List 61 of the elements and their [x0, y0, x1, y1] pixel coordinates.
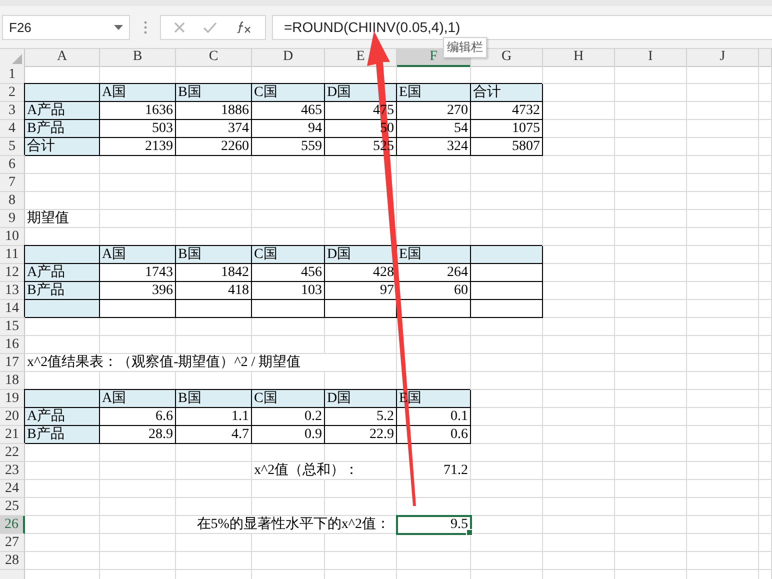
table-cell: 2139	[100, 138, 176, 156]
cell-text: x^2值（总和）：	[252, 462, 397, 480]
header-cell: A国	[100, 84, 176, 102]
table-cell: 22.9	[325, 426, 397, 444]
cell-text: 在5%的显著性水平下的x^2值：	[176, 516, 397, 534]
header-cell: E国	[397, 246, 471, 264]
active-cell: 9.5	[397, 516, 471, 534]
table-cell: 324	[397, 138, 471, 156]
table-cell: 54	[397, 120, 471, 138]
table-cell: 4.7	[176, 426, 252, 444]
table-cell: 6.6	[100, 408, 176, 426]
header-cell: A国	[100, 390, 176, 408]
table-cell: 2260	[176, 138, 252, 156]
table-cell: 465	[252, 102, 325, 120]
table-cell: 0.2	[252, 408, 325, 426]
header-cell: B产品	[25, 120, 100, 138]
header-cell: B国	[176, 84, 252, 102]
table-cell: 270	[397, 102, 471, 120]
table-cell: 1886	[176, 102, 252, 120]
header-cell: C国	[252, 84, 325, 102]
header-cell: B国	[176, 246, 252, 264]
table-cell: 264	[397, 264, 471, 282]
table-cell: 103	[252, 282, 325, 300]
header-cell: A产品	[25, 408, 100, 426]
table-cell: 0.9	[252, 426, 325, 444]
table-cell: 0.1	[397, 408, 471, 426]
header-cell: D国	[325, 390, 397, 408]
cell-reference: F26	[9, 20, 32, 34]
tooltip: 编辑栏	[443, 37, 487, 58]
header-cell: B国	[176, 390, 252, 408]
table-cell: 503	[100, 120, 176, 138]
table-cell: 97	[325, 282, 397, 300]
table-cell: 418	[176, 282, 252, 300]
table-cell: 1075	[471, 120, 543, 138]
table-cell: 28.9	[100, 426, 176, 444]
table-cell: 396	[100, 282, 176, 300]
header-cell: 合计	[25, 138, 100, 156]
table-cell: 4732	[471, 102, 543, 120]
table-cell: 0.6	[397, 426, 471, 444]
table-cell: 5.2	[325, 408, 397, 426]
table-cell: 428	[325, 264, 397, 282]
header-cell: B产品	[25, 282, 100, 300]
header-cell: B产品	[25, 426, 100, 444]
table-cell: 559	[252, 138, 325, 156]
table-cell: 456	[252, 264, 325, 282]
header-cell: C国	[252, 390, 325, 408]
table-cell: 1842	[176, 264, 252, 282]
header-cell: 合计	[471, 84, 543, 102]
cell-text: 期望值	[25, 210, 100, 228]
header-cell: A国	[100, 246, 176, 264]
table-cell: 1743	[100, 264, 176, 282]
table-cell: 94	[252, 120, 325, 138]
header-cell: E国	[397, 84, 471, 102]
table-cell: 1.1	[176, 408, 252, 426]
header-cell: C国	[252, 246, 325, 264]
table-cell: 1636	[100, 102, 176, 120]
table-cell: 374	[176, 120, 252, 138]
table-cell: 5807	[471, 138, 543, 156]
cell-text: x^2值结果表：（观察值-期望值）^2 / 期望值	[25, 354, 397, 372]
header-cell: A产品	[25, 102, 100, 120]
header-cell: A产品	[25, 264, 100, 282]
